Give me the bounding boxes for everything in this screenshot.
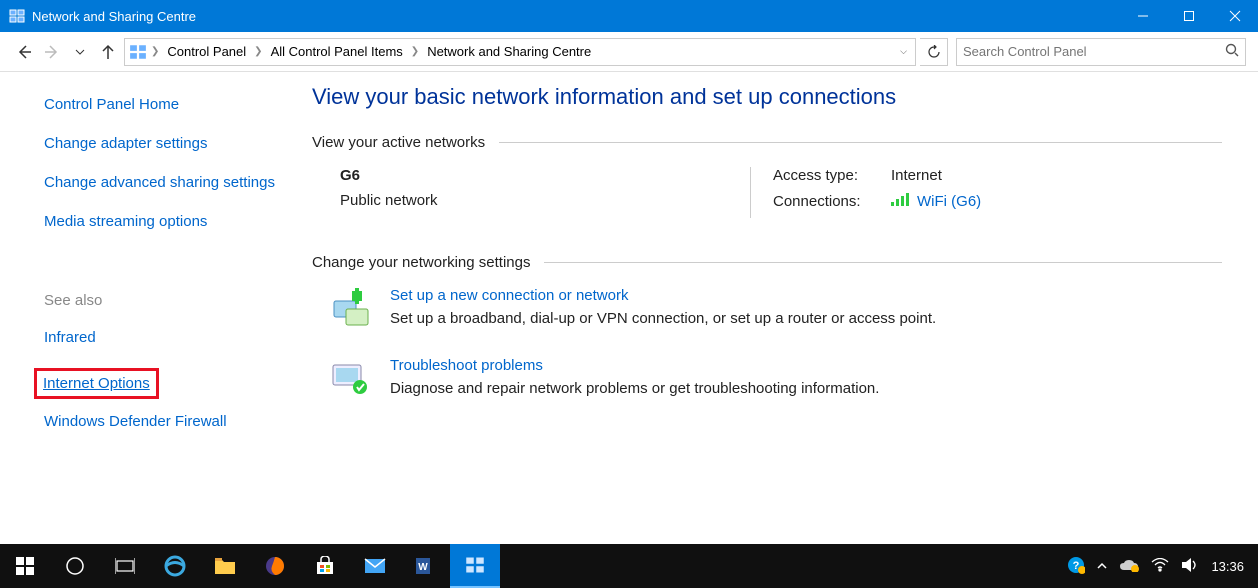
task-view-button[interactable] [100, 544, 150, 588]
refresh-button[interactable] [920, 38, 948, 66]
active-network: G6 Public network Access type: Internet … [330, 167, 1222, 218]
maximize-button[interactable] [1166, 0, 1212, 32]
back-button[interactable] [12, 40, 36, 64]
address-bar: ❯ Control Panel ❯ All Control Panel Item… [0, 32, 1258, 72]
help-tray-icon[interactable]: ? [1067, 556, 1085, 577]
up-button[interactable] [96, 40, 120, 64]
setup-connection-item: Set up a new connection or network Set u… [330, 287, 1222, 329]
taskbar-store[interactable] [300, 544, 350, 588]
onedrive-tray-icon[interactable] [1119, 558, 1139, 575]
access-type-value: Internet [891, 167, 942, 184]
connection-link[interactable]: WiFi (G6) [917, 193, 981, 210]
taskbar-word[interactable]: W [400, 544, 450, 588]
internet-options-link[interactable]: Internet Options [43, 375, 150, 392]
crumb-all-items[interactable]: All Control Panel Items [267, 44, 407, 59]
taskbar-control-panel[interactable] [450, 544, 500, 588]
network-name: G6 [340, 167, 750, 184]
recent-button[interactable] [68, 40, 92, 64]
start-button[interactable] [0, 544, 50, 588]
search-input[interactable] [963, 44, 1225, 59]
chevron-right-icon: ❯ [411, 46, 419, 57]
defender-firewall-link[interactable]: Windows Defender Firewall [44, 413, 276, 430]
see-also-label: See also [44, 292, 276, 309]
network-type: Public network [340, 192, 750, 209]
minimize-button[interactable] [1120, 0, 1166, 32]
chevron-right-icon: ❯ [254, 46, 262, 57]
troubleshoot-icon [330, 357, 372, 399]
setup-connection-link[interactable]: Set up a new connection or network [390, 287, 628, 304]
setup-connection-icon [330, 287, 372, 329]
title-bar: Network and Sharing Centre [0, 0, 1258, 32]
chevron-down-icon[interactable]: ⌵ [896, 46, 911, 57]
forward-button[interactable] [40, 40, 64, 64]
highlight-internet-options: Internet Options [34, 368, 159, 399]
breadcrumb-icon [129, 43, 147, 61]
taskbar-firefox[interactable] [250, 544, 300, 588]
page-heading: View your basic network information and … [312, 84, 1222, 110]
infrared-link[interactable]: Infrared [44, 329, 276, 346]
change-advanced-sharing-link[interactable]: Change advanced sharing settings [44, 174, 276, 191]
app-icon [8, 7, 26, 25]
taskbar-mail[interactable] [350, 544, 400, 588]
change-adapter-link[interactable]: Change adapter settings [44, 135, 276, 152]
search-icon[interactable] [1225, 43, 1239, 60]
connections-label: Connections: [773, 193, 883, 210]
taskbar-edge[interactable] [150, 544, 200, 588]
troubleshoot-link[interactable]: Troubleshoot problems [390, 357, 543, 374]
active-networks-header: View your active networks [312, 134, 1222, 151]
svg-text:W: W [418, 562, 428, 573]
volume-tray-icon[interactable] [1181, 557, 1199, 576]
setup-connection-desc: Set up a broadband, dial-up or VPN conne… [390, 310, 936, 327]
media-streaming-link[interactable]: Media streaming options [44, 213, 276, 230]
clock[interactable]: 13:36 [1211, 559, 1244, 574]
troubleshoot-desc: Diagnose and repair network problems or … [390, 380, 879, 397]
change-settings-header: Change your networking settings [312, 254, 1222, 271]
wifi-tray-icon[interactable] [1151, 558, 1169, 575]
breadcrumb[interactable]: ❯ Control Panel ❯ All Control Panel Item… [124, 38, 916, 66]
tray-chevron-up-icon[interactable] [1097, 559, 1107, 574]
control-panel-home-link[interactable]: Control Panel Home [44, 96, 276, 113]
chevron-right-icon: ❯ [151, 46, 159, 57]
crumb-network-sharing[interactable]: Network and Sharing Centre [423, 44, 595, 59]
system-tray: ? 13:36 [1067, 556, 1258, 577]
wifi-signal-icon [891, 192, 909, 210]
cortana-button[interactable] [50, 544, 100, 588]
close-button[interactable] [1212, 0, 1258, 32]
troubleshoot-item: Troubleshoot problems Diagnose and repai… [330, 357, 1222, 399]
search-box[interactable] [956, 38, 1246, 66]
taskbar-explorer[interactable] [200, 544, 250, 588]
crumb-control-panel[interactable]: Control Panel [163, 44, 250, 59]
access-type-label: Access type: [773, 167, 883, 184]
window-title: Network and Sharing Centre [32, 9, 1120, 24]
main-panel: View your basic network information and … [300, 72, 1258, 544]
sidebar: Control Panel Home Change adapter settin… [0, 72, 300, 544]
taskbar: W ? 13:36 [0, 544, 1258, 588]
